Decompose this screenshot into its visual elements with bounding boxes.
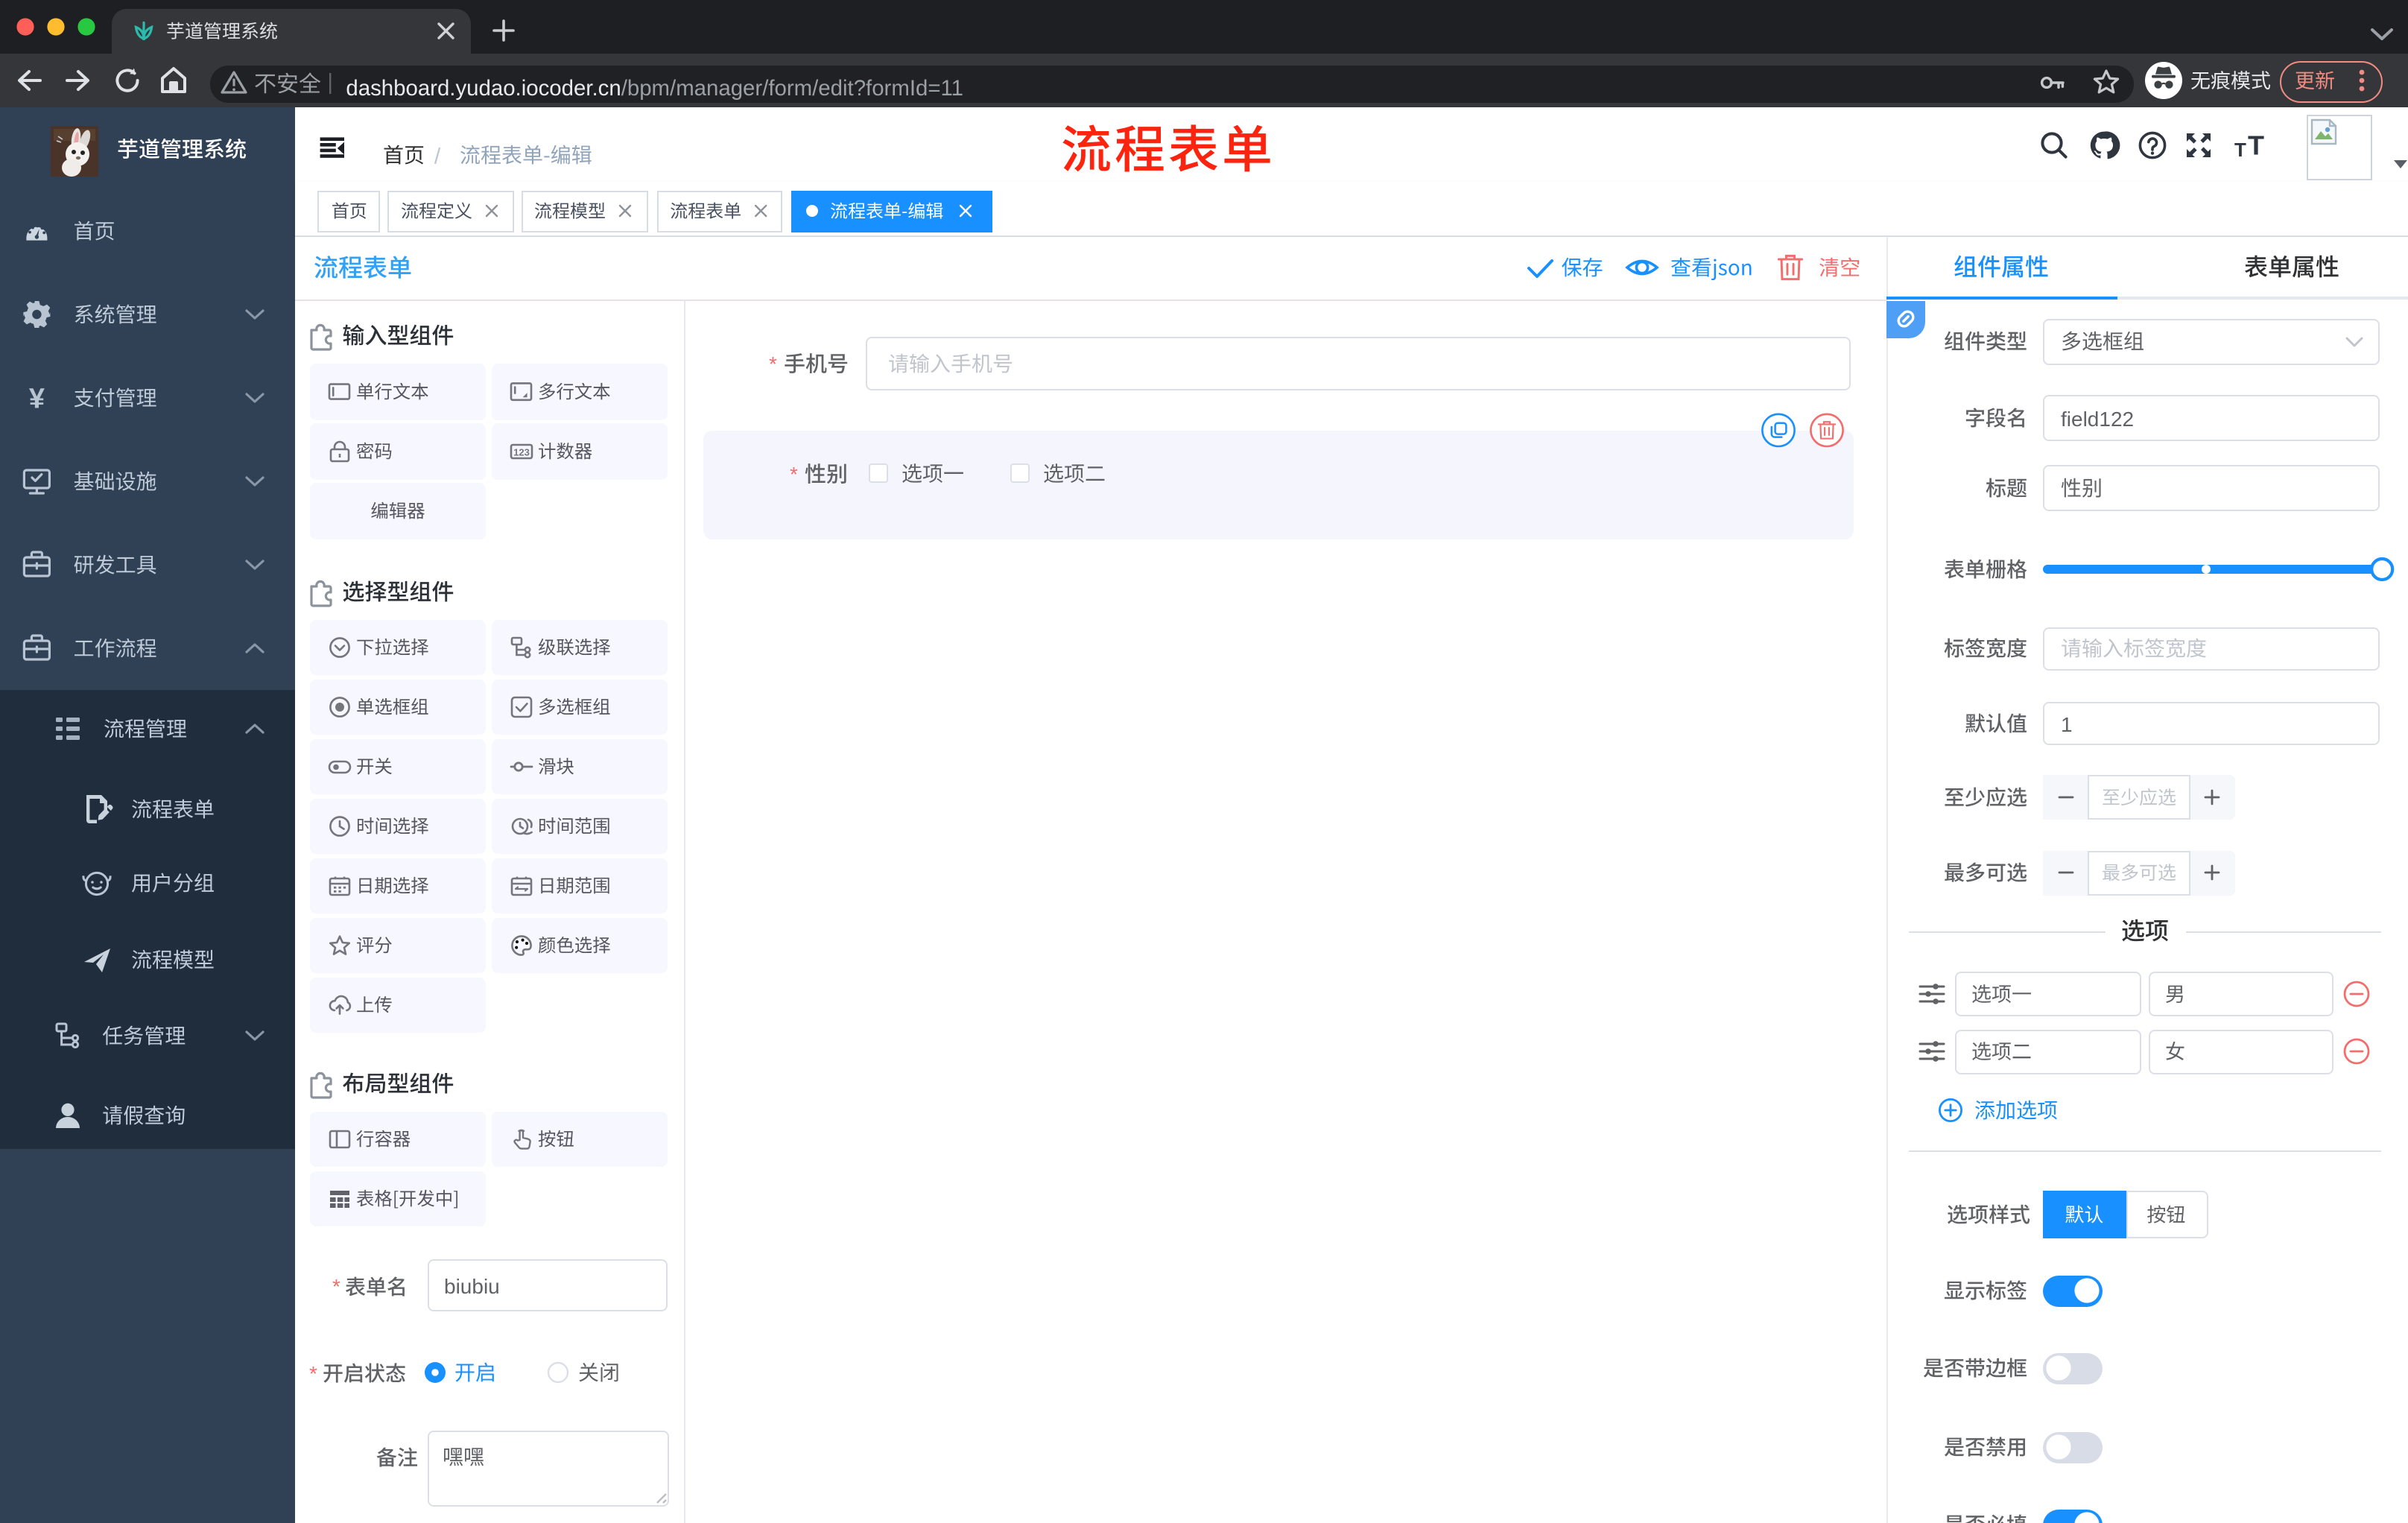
svg-text:T: T [2248, 130, 2264, 161]
svg-text:T: T [2234, 139, 2246, 161]
svg-text:/: / [434, 145, 441, 169]
svg-text:dashboard.yudao.iocoder.cn/bpm: dashboard.yudao.iocoder.cn/bpm/manager/f… [346, 76, 963, 101]
svg-text:field122: field122 [2061, 408, 2134, 431]
svg-text:*: * [332, 1275, 340, 1298]
svg-text:*: * [309, 1362, 317, 1385]
svg-text:123: 123 [513, 447, 530, 458]
svg-text:*: * [769, 352, 777, 376]
svg-text:1: 1 [2061, 713, 2073, 736]
svg-text:¥: ¥ [29, 383, 45, 414]
svg-text:*: * [790, 463, 798, 486]
svg-text:biubiu: biubiu [444, 1275, 500, 1298]
